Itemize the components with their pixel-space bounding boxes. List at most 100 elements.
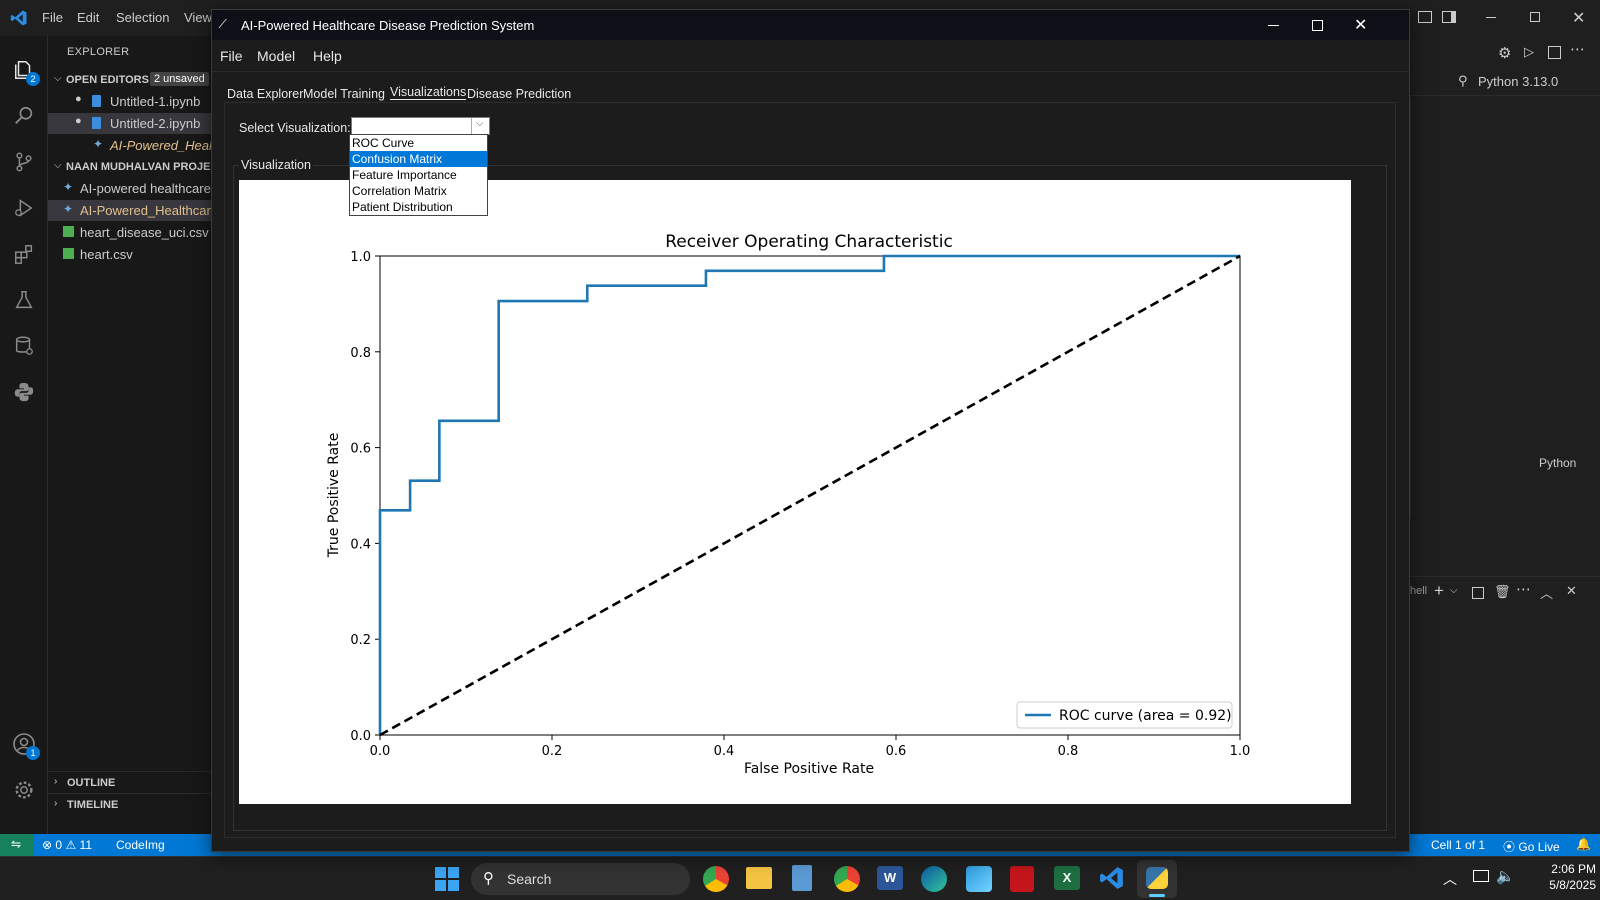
- chevron-down-icon[interactable]: ⌵: [476, 118, 484, 129]
- app-menu-file[interactable]: File: [220, 48, 243, 64]
- chrome-icon[interactable]: [703, 866, 729, 892]
- tab-visualizations[interactable]: Visualizations: [390, 85, 467, 100]
- option-feature-importance[interactable]: Feature Importance: [350, 167, 487, 183]
- project-file-item[interactable]: ✦ AI-powered healthcare: [48, 178, 212, 199]
- run-icon[interactable]: ▷: [1524, 44, 1534, 60]
- database-icon[interactable]: [12, 334, 36, 358]
- python-app-icon: [1146, 867, 1168, 889]
- remote-icon: ⇋: [11, 837, 22, 851]
- option-patient-distribution[interactable]: Patient Distribution: [350, 199, 487, 215]
- project-file-item[interactable]: ✦ AI-Powered_Healthcare: [48, 200, 212, 221]
- vscode-menu-file[interactable]: File: [42, 10, 63, 25]
- app-maximize-icon[interactable]: [1312, 20, 1323, 31]
- explorer-icon[interactable]: 2: [12, 58, 40, 86]
- edge-icon[interactable]: [921, 866, 947, 892]
- explorer-title: EXPLORER: [67, 46, 130, 58]
- vscode-layout-sidebar-icon[interactable]: [1442, 11, 1456, 23]
- run-debug-icon[interactable]: [12, 196, 36, 220]
- testing-flask-icon[interactable]: [12, 288, 36, 312]
- more-actions-icon[interactable]: ⋯: [1570, 40, 1585, 58]
- project-file-item[interactable]: heart_disease_uci.csv: [48, 222, 212, 243]
- source-control-icon[interactable]: [12, 150, 36, 174]
- notepad-icon[interactable]: [792, 865, 812, 891]
- app-menu-model[interactable]: Model: [257, 48, 295, 64]
- option-confusion-matrix[interactable]: Confusion Matrix: [350, 151, 487, 167]
- file-explorer-icon[interactable]: [746, 867, 772, 889]
- open-editor-label: Untitled-1.ipynb: [110, 94, 201, 109]
- chevron-down-icon: ⌵: [54, 160, 62, 171]
- option-correlation-matrix[interactable]: Correlation Matrix: [350, 183, 487, 199]
- vscode-editor-right-edge: ⚙ ▷ ⋯ ⚲ Python 3.13.0 Python hell + ⌵ 🗑 …: [1410, 36, 1600, 834]
- open-editors-header[interactable]: ⌵ OPEN EDITORS 2 unsaved: [52, 70, 212, 90]
- python-file-icon: ✦: [63, 180, 74, 194]
- project-header[interactable]: ⌵ NAAN MUDHALVAN PROJE: [52, 157, 212, 177]
- go-live-button[interactable]: ⦿ Go Live: [1503, 838, 1560, 855]
- vscode-menu-selection[interactable]: Selection: [116, 10, 169, 25]
- photos-icon[interactable]: [966, 866, 992, 892]
- app-menu-help[interactable]: Help: [313, 48, 342, 64]
- status-cell-label[interactable]: Cell 1 of 1: [1431, 838, 1485, 852]
- open-editor-item[interactable]: ✦ AI-Powered_Heal: [48, 135, 212, 156]
- word-icon[interactable]: W: [877, 866, 903, 890]
- timeline-header[interactable]: › TIMELINE: [48, 793, 212, 815]
- app-title: AI-Powered Healthcare Disease Prediction…: [241, 18, 535, 33]
- app-minimize-icon[interactable]: [1268, 25, 1279, 26]
- kernel-picker[interactable]: ⚲ Python 3.13.0: [1410, 68, 1600, 96]
- notebook-tabs: Data Explorer Model Training Visualizati…: [212, 72, 1409, 102]
- windows-start-icon[interactable]: [435, 867, 459, 891]
- chevron-down-icon[interactable]: ⌵: [1450, 585, 1458, 596]
- status-project-label[interactable]: CodeImg: [116, 838, 165, 852]
- accounts-icon[interactable]: 1: [12, 732, 40, 760]
- extensions-icon[interactable]: [12, 242, 36, 266]
- app-close-icon[interactable]: ✕: [1354, 15, 1367, 35]
- option-roc-curve[interactable]: ROC Curve: [350, 135, 487, 151]
- x-tick-label: 0.4: [714, 744, 735, 759]
- tab-model-training[interactable]: Model Training: [303, 87, 385, 101]
- vscode-layout-panel-icon[interactable]: [1418, 11, 1432, 23]
- notifications-bell-icon[interactable]: 🔔: [1576, 837, 1591, 851]
- python-icon[interactable]: [12, 380, 36, 404]
- settings-gear-icon[interactable]: [12, 778, 36, 802]
- cell-language-label[interactable]: Python: [1539, 456, 1576, 470]
- python-app-taskbar-button[interactable]: [1137, 860, 1177, 898]
- taskbar-search-box[interactable]: ⚲ Search: [471, 863, 690, 895]
- project-file-item[interactable]: heart.csv: [48, 244, 212, 265]
- trash-icon[interactable]: 🗑: [1494, 584, 1511, 600]
- tab-data-explorer[interactable]: Data Explorer: [227, 87, 303, 101]
- visualization-frame-label: Visualization: [239, 158, 313, 172]
- split-terminal-icon[interactable]: [1472, 587, 1484, 599]
- visualization-combobox[interactable]: ⌵: [351, 117, 490, 135]
- search-icon[interactable]: [12, 104, 36, 128]
- remote-indicator[interactable]: ⇋: [0, 834, 34, 856]
- chrome-profile-icon[interactable]: [834, 866, 860, 892]
- split-editor-icon[interactable]: [1548, 46, 1561, 59]
- vscode-restore-icon[interactable]: [1530, 12, 1540, 22]
- clock[interactable]: 2:06 PM 5/8/2025: [1526, 862, 1596, 896]
- excel-icon[interactable]: X: [1054, 866, 1080, 890]
- network-icon[interactable]: [1473, 870, 1489, 882]
- problems-indicator[interactable]: ⊗ 0 ⚠ 11: [42, 838, 92, 852]
- tab-disease-prediction[interactable]: Disease Prediction: [467, 87, 571, 101]
- app-menubar: File Model Help: [212, 40, 1409, 72]
- tray-chevron-up-icon[interactable]: ︿: [1443, 869, 1457, 889]
- outline-header[interactable]: › OUTLINE: [48, 771, 212, 793]
- warning-icon: ⚠: [65, 838, 77, 852]
- maximize-panel-icon[interactable]: ︿: [1540, 583, 1553, 602]
- visualization-dropdown-list: ROC Curve Confusion Matrix Feature Impor…: [349, 134, 488, 216]
- acrobat-icon[interactable]: [1010, 866, 1034, 892]
- feather-app-icon: ⁄: [222, 16, 225, 31]
- volume-icon[interactable]: 🔈: [1496, 867, 1515, 885]
- vscode-close-icon[interactable]: ✕: [1572, 8, 1585, 28]
- open-editor-item[interactable]: ● Untitled-1.ipynb: [48, 91, 212, 112]
- notebook-settings-gear-icon[interactable]: ⚙: [1498, 44, 1511, 62]
- more-actions-icon[interactable]: ⋯: [1516, 580, 1531, 598]
- go-live-label: Go Live: [1518, 840, 1560, 854]
- new-terminal-plus-icon[interactable]: +: [1434, 581, 1444, 601]
- vscode-taskbar-icon[interactable]: [1099, 865, 1125, 891]
- close-panel-icon[interactable]: ✕: [1566, 583, 1577, 599]
- open-editor-item[interactable]: ● Untitled-2.ipynb: [48, 113, 212, 134]
- vscode-minimize-icon[interactable]: [1486, 17, 1496, 18]
- vscode-menu-edit[interactable]: Edit: [77, 10, 99, 25]
- vscode-menu-view[interactable]: View: [184, 10, 212, 25]
- python-file-icon: ✦: [63, 202, 74, 216]
